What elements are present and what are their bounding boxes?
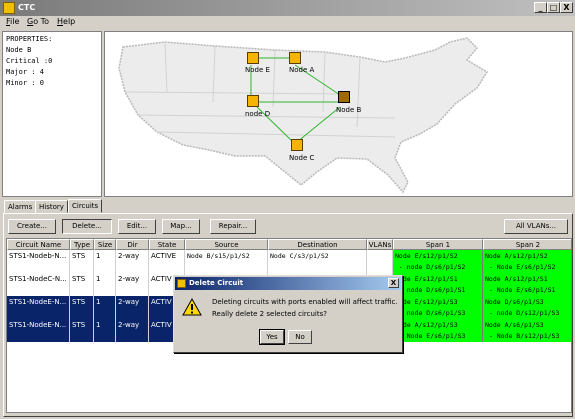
dialog-title: Delete Circuit — [189, 279, 244, 287]
properties-pane: PROPERTIES: Node B Critical :0 Major : 4… — [2, 31, 102, 197]
no-button[interactable]: No — [288, 330, 312, 344]
table-row[interactable]: STS1-Nodeb-N... STS 1 2-way ACTIVE Node … — [7, 250, 571, 273]
circuit-source: Node B/s15/p1/S2 — [185, 250, 268, 273]
circuit-dir: 2-way — [116, 250, 149, 273]
tab-history[interactable]: History — [35, 200, 68, 213]
dialog-question: Really delete 2 selected circuits? — [212, 310, 327, 318]
yes-button[interactable]: Yes — [259, 329, 285, 345]
property-line: Critical :0 — [6, 57, 53, 65]
close-button[interactable]: X — [560, 2, 573, 13]
column-header[interactable]: Source — [185, 239, 268, 250]
app-icon — [3, 2, 15, 14]
create-button[interactable]: Create... — [8, 219, 56, 234]
circuit-dir: 2-way — [116, 273, 149, 296]
span2-cell: Node D/s6/p1/S3 - node D/s12/p1/S3 — [483, 296, 571, 319]
span2-cell: Node A/s12/p1/S2 - Node E/s6/p1/S2 — [483, 250, 571, 273]
circuit-size: 1 — [94, 296, 116, 319]
tab-circuits[interactable]: Circuits — [68, 199, 103, 213]
circuit-size: 1 — [94, 273, 116, 296]
edit-button[interactable]: Edit... — [118, 219, 156, 234]
circuit-destination: Node C/s3/p1/S2 — [268, 250, 367, 273]
circuit-dir: 2-way — [116, 296, 149, 319]
map-button[interactable]: Map... — [162, 219, 200, 234]
property-line: Major : 4 — [6, 68, 44, 76]
tab-alarms[interactable]: Alarms — [4, 200, 37, 213]
circuit-state: ACTIVE — [149, 250, 185, 273]
span1-cell: Node A/s12/p1/S3 - Node E/s6/p1/S3 — [393, 319, 483, 342]
node-b[interactable] — [338, 91, 350, 103]
menu-help[interactable]: Help — [57, 17, 75, 26]
circuit-type: STS — [70, 250, 94, 273]
circuit-type: STS — [70, 296, 94, 319]
column-header[interactable]: Dir — [116, 239, 149, 250]
column-header[interactable]: Circuit Name — [7, 239, 70, 250]
column-header[interactable]: Type — [70, 239, 94, 250]
menu-goto[interactable]: Go To — [27, 17, 49, 26]
circuit-type: STS — [70, 273, 94, 296]
column-header[interactable]: Size — [94, 239, 116, 250]
column-header[interactable]: Destination — [268, 239, 367, 250]
span2-cell: Node A/s6/p1/S3 - Node B/s12/p1/S3 — [483, 319, 571, 342]
span1-cell: Node E/s12/p1/S3 - node D/s6/p1/S3 — [393, 296, 483, 319]
node-e-label: Node E — [245, 66, 270, 74]
node-c-label: Node C — [289, 154, 315, 162]
column-header[interactable]: VLANs — [367, 239, 393, 250]
us-map-outline — [118, 37, 489, 194]
window-title: CTC — [18, 3, 36, 12]
column-header[interactable]: State — [149, 239, 185, 250]
title-bar: CTC _ □ X — [0, 0, 575, 16]
node-b-label: Node B — [336, 106, 362, 114]
circuit-name: STS1-NodeE-N... — [7, 296, 70, 319]
dialog-title-bar: Delete Circuit X — [175, 277, 401, 290]
span2-cell: Node A/s12/p1/S1 - Node E/s6/p1/S1 — [483, 273, 571, 296]
node-a[interactable] — [289, 52, 301, 64]
properties-heading: PROPERTIES: — [6, 35, 53, 43]
delete-circuit-dialog: Delete Circuit X Deleting circuits with … — [173, 275, 403, 353]
network-map[interactable]: Node E Node A node D Node B Node C — [104, 31, 573, 197]
property-line: Node B — [6, 46, 32, 54]
circuit-name: STS1-NodeE-N... — [7, 319, 70, 342]
node-d[interactable] — [247, 95, 259, 107]
circuit-type: STS — [70, 319, 94, 342]
maximize-button[interactable]: □ — [547, 2, 560, 13]
delete-button[interactable]: Delete... — [62, 219, 112, 234]
circuit-name: STS1-NodeC-N... — [7, 273, 70, 296]
node-d-label: node D — [245, 110, 271, 118]
circuit-size: 1 — [94, 250, 116, 273]
circuit-size: 1 — [94, 319, 116, 342]
all-vlans-button[interactable]: All VLANs... — [504, 219, 568, 234]
minimize-button[interactable]: _ — [534, 2, 547, 13]
column-header[interactable]: Span 1 — [393, 239, 483, 250]
property-line: Minor : 0 — [6, 79, 44, 87]
repair-button[interactable]: Repair... — [210, 219, 256, 234]
warning-icon — [182, 298, 202, 316]
span1-cell: Node E/s12/p1/S1 - node D/s6/p1/S1 — [393, 273, 483, 296]
span1-cell: Node E/s12/p1/S2 - node D/s6/p1/S2 — [393, 250, 483, 273]
circuit-dir: 2-way — [116, 319, 149, 342]
dialog-close-button[interactable]: X — [388, 278, 399, 288]
column-header[interactable]: Span 2 — [483, 239, 571, 250]
circuit-vlans — [367, 250, 393, 273]
menu-file[interactable]: File — [6, 17, 19, 26]
circuit-name: STS1-Nodeb-N... — [7, 250, 70, 273]
dialog-message: Deleting circuits with ports enabled wil… — [212, 298, 398, 306]
node-c[interactable] — [291, 139, 303, 151]
node-e[interactable] — [247, 52, 259, 64]
dialog-app-icon — [177, 279, 186, 288]
node-a-label: Node A — [289, 66, 315, 74]
menu-bar: File Go To Help — [0, 16, 575, 30]
